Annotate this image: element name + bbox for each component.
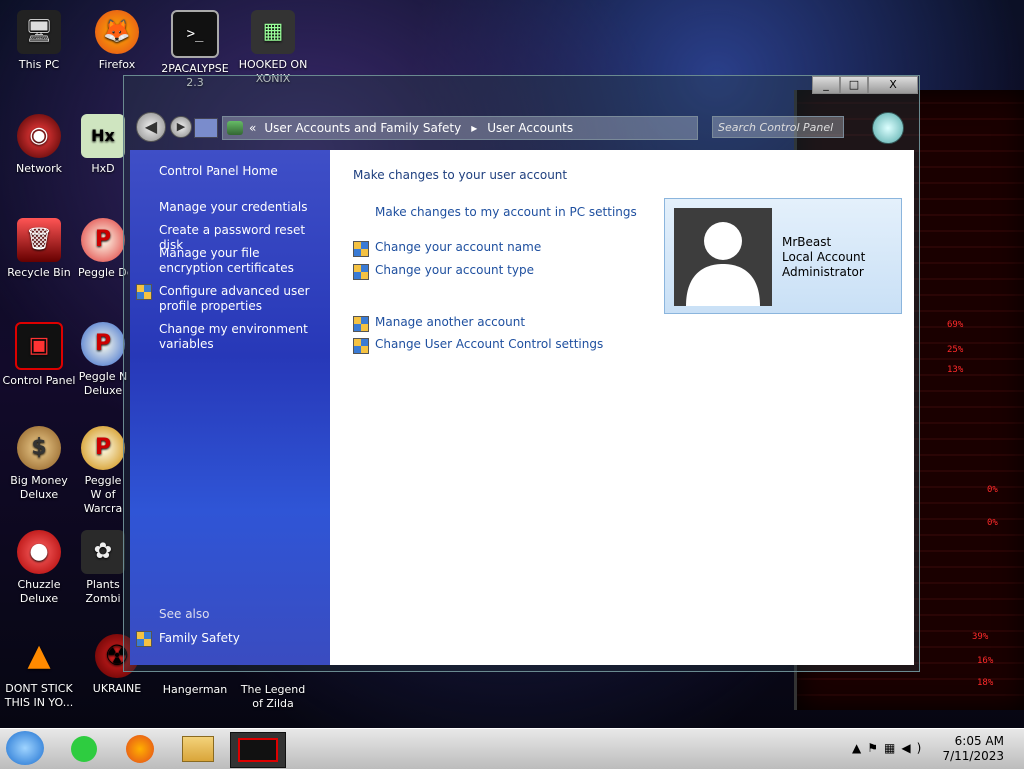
breadcrumb-separator-icon: ▸ — [471, 121, 478, 135]
shield-icon — [353, 264, 369, 280]
recycle-bin-icon: 🗑 — [17, 218, 61, 262]
close-button[interactable]: X — [868, 76, 918, 94]
navigation-bar: ◀ ▶ « User Accounts and Family Safety ▸ … — [130, 110, 910, 146]
desktop-icon-network[interactable]: ◉ Network — [0, 114, 78, 176]
traffic-cone-icon: ▲ — [27, 638, 51, 673]
user-silhouette-icon — [686, 222, 760, 306]
manage-another-account-link[interactable]: Manage another account — [375, 315, 525, 329]
account-type: Local Account — [782, 250, 866, 264]
taskbar-notes-icon[interactable] — [64, 732, 104, 766]
sidebar: Control Panel Home Manage your credentia… — [130, 150, 330, 665]
family-safety-icon — [136, 631, 152, 647]
desktop-icon-this-pc[interactable]: 🖥 This PC — [0, 10, 78, 72]
desktop-icon-hxd[interactable]: Hx HxD — [78, 114, 128, 176]
desktop-icon-hangerman[interactable]: Hangerman — [156, 683, 234, 697]
shield-icon — [136, 284, 152, 300]
desktop-icon-big-money[interactable]: $ Big Money Deluxe — [0, 426, 78, 502]
sidebar-see-also: See also — [159, 607, 210, 621]
sidebar-control-panel-home[interactable]: Control Panel Home — [159, 164, 319, 179]
recent-pages-icon[interactable] — [194, 118, 218, 138]
sidebar-family-safety[interactable]: Family Safety — [159, 631, 319, 646]
avatar — [674, 208, 772, 306]
shield-icon — [353, 316, 369, 332]
peggle-warcraft-icon: P — [81, 426, 125, 470]
clock[interactable]: 6:05 AM 7/11/2023 — [942, 734, 1004, 764]
volume-icon[interactable]: ◀) — [901, 741, 927, 755]
breadcrumb-user-accounts-family-safety[interactable]: User Accounts and Family Safety — [264, 121, 461, 135]
desktop-icon-plants-zombies[interactable]: ✿ Plants Zombi — [78, 530, 128, 606]
peggle-icon: P — [81, 218, 125, 262]
search-input[interactable]: Search Control Panel — [712, 116, 844, 138]
desktop-icon-chuzzle[interactable]: ● Chuzzle Deluxe — [0, 530, 78, 606]
taskbar-explorer-icon[interactable] — [178, 732, 218, 766]
money-bag-icon: $ — [17, 426, 61, 470]
forward-arrow-icon[interactable]: ▶ — [170, 116, 192, 138]
terminal-icon: >_ — [171, 10, 219, 58]
sidebar-file-encryption[interactable]: Manage your file encryption certificates — [159, 246, 319, 276]
system-tray: ▲⚑▦◀) — [852, 741, 927, 755]
hxd-icon: Hx — [81, 114, 125, 158]
uac-settings-link[interactable]: Change User Account Control settings — [375, 337, 603, 351]
taskbar-firefox-icon[interactable] — [120, 732, 160, 766]
change-account-name-link[interactable]: Change your account name — [375, 240, 541, 254]
start-button[interactable] — [6, 731, 44, 765]
chuzzle-icon: ● — [17, 530, 61, 574]
flag-icon[interactable]: ⚑ — [867, 741, 884, 755]
peggle-nights-icon: P — [81, 322, 125, 366]
desktop-icon-dont-stick[interactable]: ▲ DONT STICK THIS IN YO... — [0, 634, 78, 710]
sidebar-advanced-profile[interactable]: Configure advanced user profile properti… — [159, 284, 319, 314]
computer-icon: 🖥 — [17, 10, 61, 54]
page-heading: Make changes to your user account — [353, 168, 568, 182]
shield-icon — [353, 241, 369, 257]
flower-icon: ✿ — [81, 530, 125, 574]
control-panel-icon: ▣ — [15, 322, 63, 370]
firefox-icon: 🦊 — [95, 10, 139, 54]
search-icon[interactable] — [872, 112, 904, 144]
pc-settings-link[interactable]: Make changes to my account in PC setting… — [375, 205, 637, 219]
back-arrow-icon[interactable]: ◀ — [136, 112, 166, 142]
taskbar-control-panel-icon[interactable] — [230, 732, 286, 768]
account-name: MrBeast — [782, 235, 832, 249]
taskbar: ▲⚑▦◀) 6:05 AM 7/11/2023 — [0, 728, 1024, 769]
account-tile: MrBeast Local Account Administrator — [664, 198, 902, 314]
breadcrumb-user-accounts[interactable]: User Accounts — [487, 121, 573, 135]
network-icon: ◉ — [17, 114, 61, 158]
maximize-button[interactable]: □ — [840, 76, 868, 94]
tray-chevron-icon[interactable]: ▲ — [852, 741, 867, 755]
desktop-icon-peggle-deluxe[interactable]: P Peggle De — [78, 218, 128, 280]
network-tray-icon[interactable]: ▦ — [884, 741, 901, 755]
desktop-icon-control-panel[interactable]: ▣ Control Panel — [0, 322, 78, 388]
user-accounts-icon — [227, 121, 243, 135]
change-account-type-link[interactable]: Change your account type — [375, 263, 534, 277]
xonix-icon: ▦ — [251, 10, 295, 54]
desktop-icon-legend-zilda[interactable]: The Legend of Zilda — [234, 683, 312, 711]
account-role: Administrator — [782, 265, 864, 279]
minimize-button[interactable]: _ — [812, 76, 840, 94]
content-pane: Control Panel Home Manage your credentia… — [130, 150, 914, 665]
desktop-icon-firefox[interactable]: 🦊 Firefox — [78, 10, 156, 72]
sidebar-manage-credentials[interactable]: Manage your credentials — [159, 200, 319, 215]
desktop-icon-peggle-warcraft[interactable]: P Peggle W of Warcra — [78, 426, 128, 516]
shield-icon — [353, 338, 369, 354]
window-controls: _ □ X — [812, 76, 918, 94]
sidebar-environment-variables[interactable]: Change my environment variables — [159, 322, 319, 352]
desktop-icon-peggle-nights[interactable]: P Peggle N Deluxe — [78, 322, 128, 398]
account-info: MrBeast Local Account Administrator — [782, 235, 865, 280]
desktop-icon-recycle-bin[interactable]: 🗑 Recycle Bin — [0, 218, 78, 280]
address-bar[interactable]: « User Accounts and Family Safety ▸ User… — [222, 116, 698, 140]
